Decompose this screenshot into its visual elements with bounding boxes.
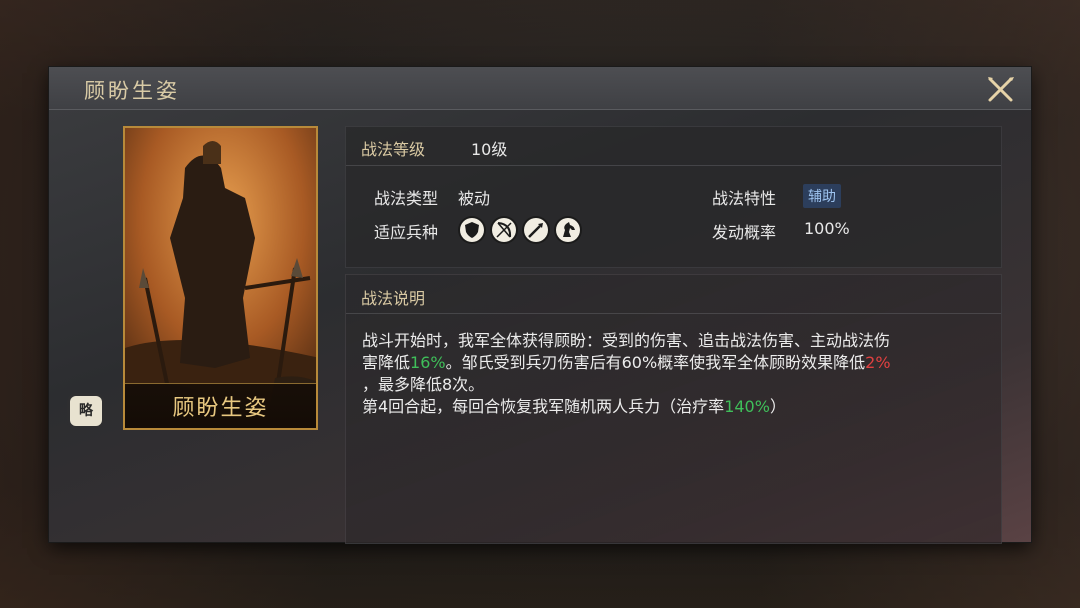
close-x-icon	[988, 77, 1014, 102]
card-name-bar: 顾盼生姿	[125, 383, 316, 428]
description-line-2: 害降低16%。邹氏受到兵刃伤害后有60%概率使我军全体顾盼效果降低2%	[362, 353, 891, 372]
value-red: 2%	[865, 353, 891, 372]
shield-icon	[460, 218, 484, 242]
close-button[interactable]	[985, 73, 1017, 105]
chance-value: 100%	[804, 219, 850, 238]
title-bar: 顾盼生姿	[49, 67, 1031, 110]
trait-label: 战法特性	[712, 189, 777, 208]
description-line-3: ，最多降低8次。	[362, 375, 485, 394]
type-label: 战法类型	[374, 189, 439, 208]
type-value: 被动	[458, 189, 491, 208]
description-header-row: 战法说明	[346, 275, 1001, 314]
strategy-badge[interactable]: 略	[70, 396, 102, 426]
trait-tag: 辅助	[803, 184, 841, 208]
bow-icon	[492, 218, 516, 242]
value-green: 140%	[724, 397, 770, 416]
card-name: 顾盼生姿	[172, 396, 269, 421]
description-panel: 战法说明 战斗开始时，我军全体获得顾盼：受到的伤害、追击战法伤害、主动战法伤 害…	[345, 274, 1002, 544]
level-value: 10级	[471, 140, 508, 159]
units-label: 适应兵种	[374, 223, 439, 242]
level-row: 战法等级 10级	[346, 127, 1001, 166]
description-line-1: 战斗开始时，我军全体获得顾盼：受到的伤害、追击战法伤害、主动战法伤	[362, 331, 891, 350]
description-text: 战斗开始时，我军全体获得顾盼：受到的伤害、追击战法伤害、主动战法伤 害降低16%…	[362, 330, 992, 418]
tactic-dialog: 顾盼生姿 顾盼生姿 略 战法等级 10级 战法类型 被动 战法特性 辅助 适应兵…	[49, 67, 1031, 544]
value-green: 16%	[410, 353, 446, 372]
chance-label: 发动概率	[712, 223, 777, 242]
dialog-title: 顾盼生姿	[84, 79, 180, 103]
description-line-4: 第4回合起，每回合恢复我军随机两人兵力（治疗率140%）	[362, 397, 786, 416]
level-label: 战法等级	[361, 140, 426, 159]
tactic-card: 顾盼生姿	[123, 126, 318, 430]
horse-icon	[556, 218, 580, 242]
description-header: 战法说明	[361, 289, 426, 308]
spear-icon	[524, 218, 548, 242]
info-panel: 战法等级 10级 战法类型 被动 战法特性 辅助 适应兵种 发动概率 100%	[345, 126, 1002, 268]
